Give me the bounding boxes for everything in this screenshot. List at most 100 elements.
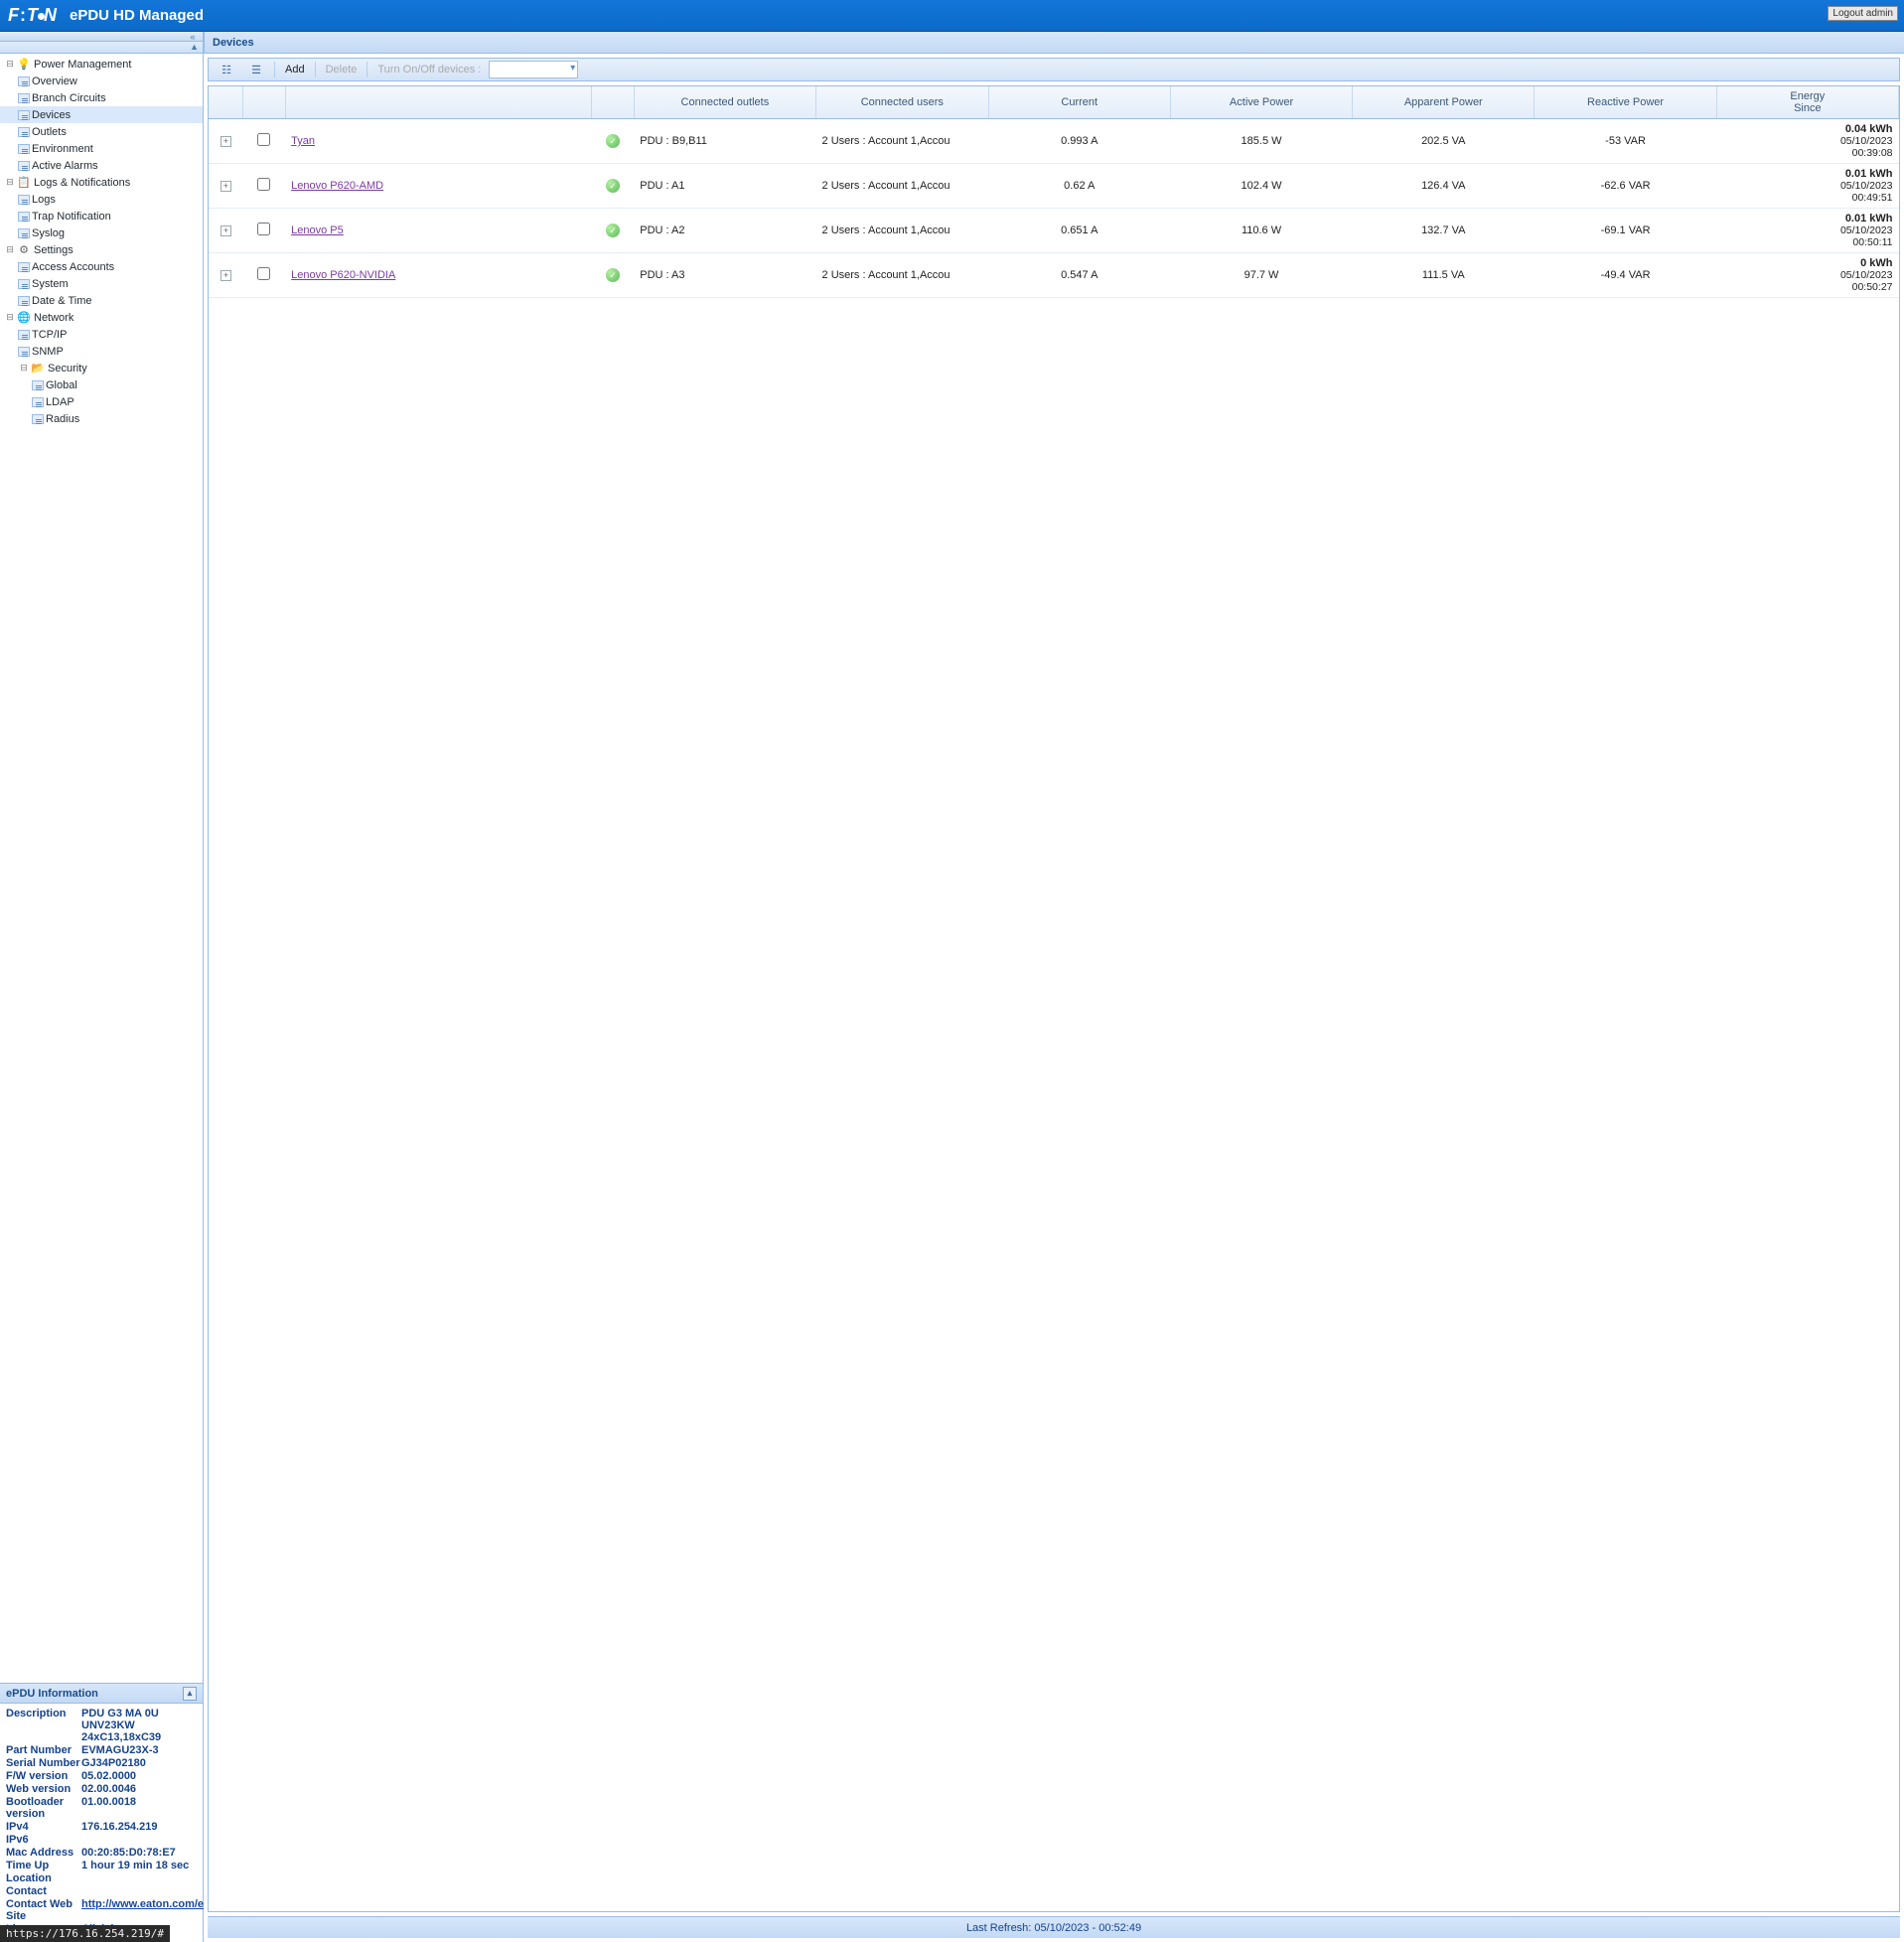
nav-logs[interactable]: Logs: [0, 191, 203, 208]
nav-environment[interactable]: Environment: [0, 140, 203, 157]
collapse-sidebar-icon[interactable]: «: [186, 32, 200, 42]
brand-logo: F:TN: [8, 5, 58, 26]
nav-system[interactable]: System: [0, 275, 203, 292]
nav-overview[interactable]: Overview: [0, 73, 203, 89]
nav-syslog[interactable]: Syslog: [0, 224, 203, 241]
device-link[interactable]: Tyan: [291, 135, 315, 147]
cell-users: 2 Users : Account 1,Accou: [816, 164, 989, 209]
add-button[interactable]: Add: [279, 61, 311, 78]
tree-toggle-icon[interactable]: ⊟: [4, 59, 16, 70]
table-row[interactable]: + Lenovo P5 PDU : A2 2 Users : Account 1…: [209, 209, 1899, 253]
device-link[interactable]: Lenovo P620-AMD: [291, 180, 383, 192]
info-value: 02.00.0046: [81, 1783, 136, 1795]
nav-scroll-strip: ▲: [0, 42, 203, 54]
col-current[interactable]: Current: [988, 86, 1170, 119]
panel-icon: [18, 144, 30, 154]
col-apparent[interactable]: Apparent Power: [1353, 86, 1535, 119]
table-row[interactable]: + Lenovo P620-AMD PDU : A1 2 Users : Acc…: [209, 164, 1899, 209]
col-active[interactable]: Active Power: [1170, 86, 1352, 119]
expand-row-icon[interactable]: +: [220, 181, 231, 192]
info-row: DescriptionPDU G3 MA 0U UNV23KW 24xC13,1…: [6, 1708, 197, 1743]
row-checkbox[interactable]: [257, 267, 270, 280]
cell-active-power: 97.7 W: [1170, 253, 1352, 298]
col-energy[interactable]: EnergySince: [1716, 86, 1898, 119]
info-value: 00:20:85:D0:78:E7: [81, 1847, 176, 1859]
row-checkbox[interactable]: [257, 178, 270, 191]
cell-energy: 0.01 kWh05/10/202300:49:51: [1716, 164, 1898, 209]
nav-radius[interactable]: Radius: [0, 410, 203, 427]
expand-row-icon[interactable]: +: [220, 270, 231, 281]
row-checkbox[interactable]: [257, 133, 270, 146]
page-title: Devices: [204, 32, 1904, 54]
tree-toggle-icon[interactable]: ⊟: [4, 244, 16, 255]
panel-icon: [18, 330, 30, 340]
tree-toggle-icon[interactable]: ⊟: [18, 363, 30, 373]
col-expand[interactable]: [209, 86, 243, 119]
cell-current: 0.547 A: [988, 253, 1170, 298]
tree-view-icon: ☷: [219, 62, 234, 77]
nav-logs-notifications[interactable]: ⊟Logs & Notifications: [0, 174, 203, 191]
panel-icon: [18, 262, 30, 272]
tree-toggle-icon[interactable]: ⊟: [4, 312, 16, 323]
cell-users: 2 Users : Account 1,Accou: [816, 119, 989, 164]
info-panel: ePDU Information ▴ DescriptionPDU G3 MA …: [0, 1683, 203, 1942]
info-label: Bootloader version: [6, 1796, 81, 1820]
panel-icon: [32, 397, 44, 407]
nav-access-accounts[interactable]: Access Accounts: [0, 258, 203, 275]
info-row: F/W version05.02.0000: [6, 1770, 197, 1782]
col-name[interactable]: [285, 86, 592, 119]
expand-row-icon[interactable]: +: [220, 136, 231, 147]
table-row[interactable]: + Tyan PDU : B9,B11 2 Users : Account 1,…: [209, 119, 1899, 164]
cell-apparent-power: 202.5 VA: [1353, 119, 1535, 164]
table-row[interactable]: + Lenovo P620-NVIDIA PDU : A3 2 Users : …: [209, 253, 1899, 298]
nav-active-alarms[interactable]: Active Alarms: [0, 157, 203, 174]
status-bar-url: https://176.16.254.219/#: [0, 1925, 170, 1942]
nav-tcpip[interactable]: TCP/IP: [0, 326, 203, 343]
info-row: Mac Address00:20:85:D0:78:E7: [6, 1847, 197, 1859]
nav-date-time[interactable]: Date & Time: [0, 292, 203, 309]
col-users[interactable]: Connected users: [816, 86, 989, 119]
col-reactive[interactable]: Reactive Power: [1535, 86, 1716, 119]
nav-branch-circuits[interactable]: Branch Circuits: [0, 89, 203, 106]
nav-tree: ⊟Power Management Overview Branch Circui…: [0, 54, 203, 1683]
info-label: Description: [6, 1708, 81, 1743]
info-row: Contact Web Sitehttp://www.eaton.com/ePD…: [6, 1898, 197, 1922]
expand-row-icon[interactable]: +: [220, 225, 231, 236]
row-checkbox[interactable]: [257, 223, 270, 235]
toolbar: ☷ ☰ Add Delete Turn On/Off devices :: [208, 58, 1900, 81]
logout-button[interactable]: Logout admin: [1828, 6, 1898, 21]
info-value: 1 hour 19 min 18 sec: [81, 1860, 189, 1871]
nav-network[interactable]: ⊟Network: [0, 309, 203, 326]
nav-outlets[interactable]: Outlets: [0, 123, 203, 140]
cell-users: 2 Users : Account 1,Accou: [816, 253, 989, 298]
delete-button[interactable]: Delete: [320, 61, 364, 78]
tree-toggle-icon[interactable]: ⊟: [4, 177, 16, 188]
nav-power-management[interactable]: ⊟Power Management: [0, 56, 203, 73]
status-ok-icon: [606, 179, 620, 193]
cell-outlets: PDU : A2: [634, 209, 815, 253]
nav-settings[interactable]: ⊟Settings: [0, 241, 203, 258]
nav-snmp[interactable]: SNMP: [0, 343, 203, 360]
device-link[interactable]: Lenovo P5: [291, 224, 344, 236]
info-title: ePDU Information: [6, 1688, 98, 1700]
col-check[interactable]: [243, 86, 285, 119]
nav-devices[interactable]: Devices: [0, 106, 203, 123]
separator: [366, 62, 367, 77]
nav-trap[interactable]: Trap Notification: [0, 208, 203, 224]
device-link[interactable]: Lenovo P620-NVIDIA: [291, 269, 395, 281]
scroll-up-icon[interactable]: ▲: [190, 42, 199, 52]
view-list-button[interactable]: ☰: [242, 59, 270, 80]
info-value: GJ34P02180: [81, 1757, 146, 1769]
panel-icon: [18, 127, 30, 137]
grid-header-row: Connected outlets Connected users Curren…: [209, 86, 1899, 119]
refresh-footer: Last Refresh: 05/10/2023 - 00:52:49: [208, 1916, 1900, 1938]
col-status[interactable]: [592, 86, 634, 119]
nav-global[interactable]: Global: [0, 376, 203, 393]
onoff-select[interactable]: [489, 61, 578, 78]
col-outlets[interactable]: Connected outlets: [634, 86, 815, 119]
nav-ldap[interactable]: LDAP: [0, 393, 203, 410]
nav-security[interactable]: ⊟Security: [0, 360, 203, 376]
cell-active-power: 102.4 W: [1170, 164, 1352, 209]
collapse-info-icon[interactable]: ▴: [183, 1687, 197, 1701]
view-tree-button[interactable]: ☷: [213, 59, 240, 80]
